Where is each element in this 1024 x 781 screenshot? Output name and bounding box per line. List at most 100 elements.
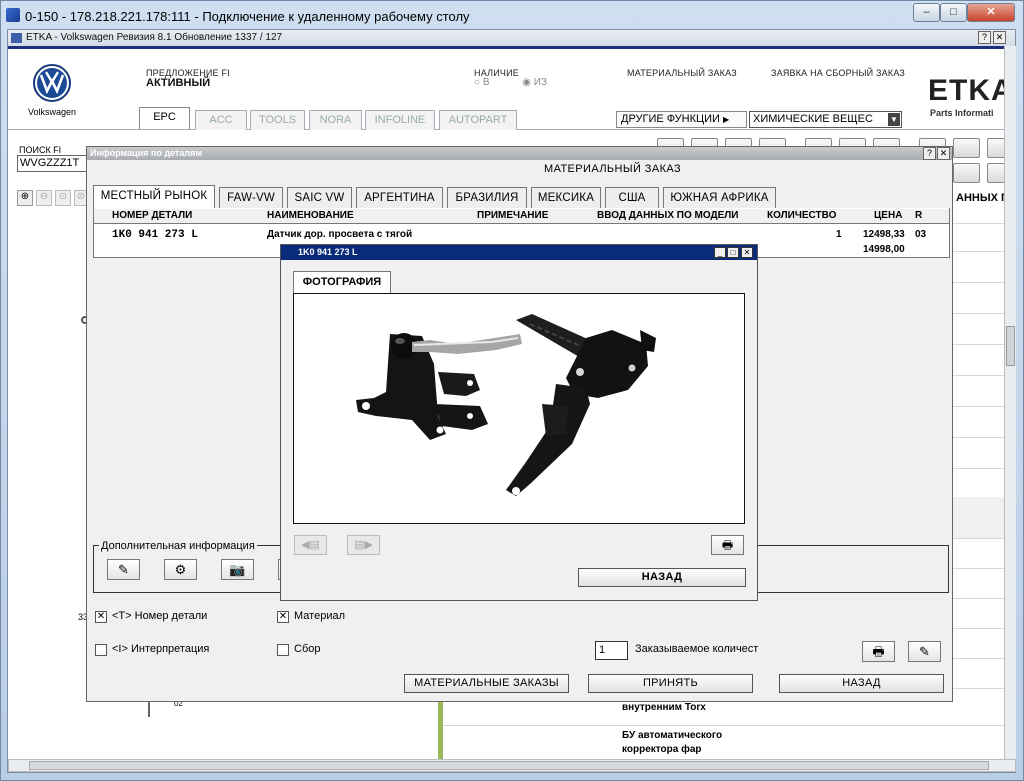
tab-tools[interactable]: TOOLS: [250, 110, 305, 130]
title-divider: [8, 46, 1015, 49]
vw-logo-icon: [33, 64, 71, 102]
material-order-link[interactable]: МАТЕРИАЛЬНЫЙ ЗАКАЗ: [627, 68, 737, 78]
rdp-maximize-button[interactable]: □: [940, 3, 967, 22]
interpretation-checkbox[interactable]: [95, 644, 107, 656]
search-label: ПОИСК FI: [19, 145, 62, 155]
etka-app-icon: [11, 33, 22, 43]
tab-usa[interactable]: США: [605, 187, 659, 208]
photo-next-icon[interactable]: ▤▶: [347, 535, 380, 555]
material-checkbox[interactable]: ✕: [277, 611, 289, 623]
zoom-toolbar: ⊕ ⊖ ⊙ ⊘: [17, 190, 88, 207]
rdp-app-icon: [6, 8, 20, 22]
edit-note-icon[interactable]: ✎: [908, 641, 941, 662]
horizontal-scrollbar[interactable]: [8, 759, 1016, 772]
row-qty: 1: [836, 229, 842, 240]
assembly-checkbox[interactable]: [277, 644, 289, 656]
photo-print-icon[interactable]: 🖶: [711, 535, 744, 555]
tab-faw-vw[interactable]: FAW-VW: [219, 187, 283, 208]
nav-left-icon[interactable]: [953, 163, 980, 183]
tab-saic-vw[interactable]: SAIC VW: [287, 187, 352, 208]
rdp-minimize-button[interactable]: –: [913, 3, 940, 22]
row-name: Датчик дор. просвета с тягой: [267, 229, 413, 240]
tab-mexico[interactable]: МЕКСИКА: [531, 187, 601, 208]
scroll-thumb-h[interactable]: [29, 761, 989, 770]
tab-epc[interactable]: EPC: [139, 107, 190, 129]
print-icon[interactable]: 🖶: [862, 641, 895, 662]
etka-logo: ETKA: [928, 74, 1014, 107]
dialog-help-button[interactable]: ?: [923, 147, 936, 160]
interpretation-checkbox-label: <I> Интерпретация: [112, 643, 210, 655]
chemicals-select-value: ХИМИЧЕСКИЕ ВЕЩЕС: [753, 113, 873, 125]
etka-title: ETKA - Volkswagen Ревизия 8.1 Обновление…: [26, 32, 283, 43]
bg-row-text-2a: БУ автоматического: [622, 730, 723, 741]
etka-logo-subtitle: Parts Informati: [930, 108, 994, 118]
tab-nora[interactable]: NORA: [309, 110, 362, 130]
col-model-data: ВВОД ДАННЫХ ПО МОДЕЛИ: [597, 210, 739, 221]
col-quantity: КОЛИЧЕСТВО: [767, 210, 837, 221]
bg-row-text-1: внутренним Torx: [622, 702, 706, 713]
tab-argentina[interactable]: АРГЕНТИНА: [356, 187, 443, 208]
arrow-right-icon: ▶: [723, 115, 730, 124]
camera-icon[interactable]: 📷: [221, 559, 254, 580]
part-number-checkbox[interactable]: ✕: [95, 611, 107, 623]
vertical-scrollbar[interactable]: [1004, 46, 1016, 759]
etka-help-button[interactable]: ?: [978, 31, 991, 44]
tab-local-market[interactable]: МЕСТНЫЙ РЫНОК: [93, 185, 215, 208]
zoom-fit-icon[interactable]: ⊙: [55, 190, 71, 206]
etka-title-bar: ETKA - Volkswagen Ревизия 8.1 Обновление…: [8, 30, 1015, 46]
material-orders-button[interactable]: МАТЕРИАЛЬНЫЕ ЗАКАЗЫ: [404, 674, 569, 693]
radio-iz-icon[interactable]: ◉: [522, 77, 534, 88]
photo-close-button[interactable]: ✕: [741, 247, 753, 258]
assembly-order-link[interactable]: ЗАЯВКА НА СБОРНЫЙ ЗАКАЗ: [771, 68, 905, 78]
zoom-out-icon[interactable]: ⊖: [36, 190, 52, 206]
height-sensor-photo: [356, 314, 656, 496]
dialog-back-button[interactable]: НАЗАД: [779, 674, 944, 693]
chevron-down-icon[interactable]: ▼: [888, 113, 900, 126]
col-r: R: [915, 210, 923, 221]
radio-iz-label: ИЗ: [533, 77, 548, 88]
part-number-checkbox-label: <T> Номер детали: [112, 610, 208, 622]
tab-infoline[interactable]: INFOLINE: [365, 110, 435, 130]
edit-pencil-icon[interactable]: ✎: [107, 559, 140, 580]
photo-window: 1K0 941 273 L _ □ ✕ ФОТОГРАФИЯ ◀▤ ▤▶ 🖶 Н…: [280, 244, 758, 601]
availability-options[interactable]: ○ В ◉ ИЗ: [474, 77, 547, 88]
photo-minimize-button[interactable]: _: [714, 247, 726, 258]
bg-row: [443, 725, 1017, 726]
photo-maximize-button[interactable]: □: [727, 247, 739, 258]
other-functions-button[interactable]: ДРУГИЕ ФУНКЦИИ ▶: [616, 111, 747, 128]
photo-tab[interactable]: ФОТОГРАФИЯ: [293, 271, 391, 293]
photo-prev-icon[interactable]: ◀▤: [294, 535, 327, 555]
offer-value: АКТИВНЫЙ: [146, 77, 211, 89]
search-input[interactable]: WVGZZZ1T: [17, 155, 89, 172]
col-part-number: НОМЕР ДЕТАЛИ: [112, 210, 193, 221]
dialog-close-button[interactable]: ✕: [937, 147, 950, 160]
etka-close-button[interactable]: ✕: [993, 31, 1006, 44]
row-r: 03: [915, 229, 927, 240]
row-part-number[interactable]: 1K0 941 273 L: [112, 229, 198, 241]
assembly-checkbox-label: Сбор: [294, 643, 321, 655]
row-price-1: 12498,33: [863, 229, 905, 240]
rdp-close-button[interactable]: ✕: [967, 3, 1015, 22]
bg-row-text-2b: корректора фар: [622, 744, 702, 755]
radio-b-icon[interactable]: ○: [474, 77, 483, 88]
zoom-in-icon[interactable]: ⊕: [17, 190, 33, 206]
order-quantity-label: Заказываемое количест: [635, 643, 759, 655]
col-price: ЦЕНА: [874, 210, 903, 221]
other-functions-label: ДРУГИЕ ФУНКЦИИ: [621, 113, 720, 125]
additional-info-label: Дополнительная информация: [99, 540, 257, 552]
dialog-heading: МАТЕРИАЛЬНЫЙ ЗАКАЗ: [544, 163, 682, 175]
col-name: НАИМЕНОВАНИЕ: [267, 210, 354, 221]
car-info-icon[interactable]: ⚙: [164, 559, 197, 580]
right-column-header: АННЫХ П: [956, 192, 1009, 204]
order-quantity-input[interactable]: 1: [595, 641, 628, 660]
tab-brazil[interactable]: БРАЗИЛИЯ: [447, 187, 527, 208]
scroll-thumb[interactable]: [1006, 326, 1015, 366]
page-prev-icon[interactable]: [953, 138, 980, 158]
tab-south-africa[interactable]: ЮЖНАЯ АФРИКА: [663, 187, 776, 208]
tab-autopart[interactable]: AUTOPART: [439, 110, 517, 130]
photo-back-button[interactable]: НАЗАД: [578, 568, 746, 587]
chemicals-select[interactable]: ХИМИЧЕСКИЕ ВЕЩЕС ▼: [749, 111, 902, 128]
accept-button[interactable]: ПРИНЯТЬ: [588, 674, 753, 693]
bg-green-marker: [438, 702, 443, 762]
tab-acc[interactable]: ACC: [195, 110, 247, 130]
